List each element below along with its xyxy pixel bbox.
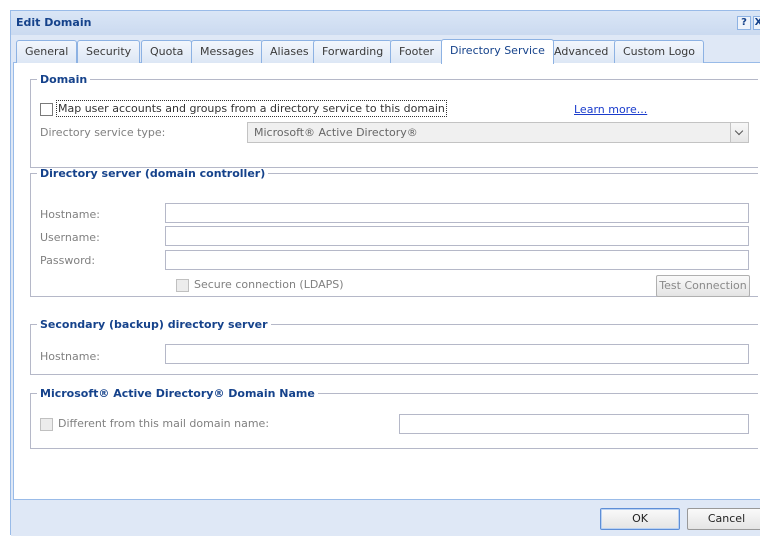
different-domain-label: Different from this mail domain name: [58, 417, 270, 430]
ad-domain-name-legend: Microsoft® Active Directory® Domain Name [40, 387, 315, 400]
dialog-footer: OK Cancel [11, 500, 760, 536]
secure-connection-checkbox[interactable] [176, 279, 189, 292]
test-connection-button[interactable]: Test Connection [656, 275, 750, 297]
ad-domain-name-input[interactable] [399, 414, 749, 434]
different-domain-checkbox[interactable] [40, 418, 53, 431]
chevron-down-icon [734, 126, 744, 136]
tab-quota[interactable]: Quota [141, 40, 193, 63]
tab-advanced[interactable]: Advanced [545, 40, 618, 63]
ok-button[interactable]: OK [600, 508, 680, 530]
tab-messages[interactable]: Messages [191, 40, 263, 63]
service-type-select[interactable]: Microsoft® Active Directory® [247, 122, 749, 143]
username-label: Username: [40, 231, 100, 244]
service-type-label: Directory service type: [40, 126, 166, 139]
hostname-input[interactable] [165, 203, 749, 223]
secondary-hostname-label: Hostname: [40, 350, 100, 363]
tab-strip: General Security Quota Messages Aliases … [13, 39, 760, 64]
password-input[interactable] [165, 250, 749, 270]
hostname-label: Hostname: [40, 208, 100, 221]
secondary-hostname-input[interactable] [165, 344, 749, 364]
dialog-title: Edit Domain [16, 16, 92, 29]
tab-security[interactable]: Security [77, 40, 141, 63]
secondary-server-legend: Secondary (backup) directory server [40, 318, 268, 331]
tab-footer[interactable]: Footer [390, 40, 443, 63]
map-accounts-checkbox[interactable] [40, 103, 53, 116]
tab-forwarding[interactable]: Forwarding [313, 40, 393, 63]
dialog-titlebar[interactable]: Edit Domain ? X [11, 11, 760, 35]
domain-fieldset: Domain [30, 73, 758, 168]
directory-server-legend: Directory server (domain controller) [40, 167, 266, 180]
tab-directory-service[interactable]: Directory Service [441, 39, 554, 64]
close-icon[interactable]: X [753, 16, 760, 30]
directory-service-panel: Domain Map user accounts and groups from… [13, 63, 760, 500]
tab-general[interactable]: General [16, 40, 78, 63]
username-input[interactable] [165, 226, 749, 246]
edit-domain-dialog: Edit Domain ? X General Security Quota M… [10, 10, 760, 536]
learn-more-link[interactable]: Learn more... [574, 103, 647, 116]
secure-connection-label: Secure connection (LDAPS) [194, 278, 344, 291]
tab-aliases[interactable]: Aliases [261, 40, 318, 63]
password-label: Password: [40, 254, 96, 267]
service-type-value: Microsoft® Active Directory® [254, 126, 418, 139]
cancel-button[interactable]: Cancel [687, 508, 760, 530]
map-accounts-label[interactable]: Map user accounts and groups from a dire… [56, 100, 447, 117]
help-icon[interactable]: ? [737, 16, 751, 30]
service-type-dropdown-button[interactable] [730, 123, 748, 142]
domain-legend: Domain [40, 73, 88, 86]
tab-custom-logo[interactable]: Custom Logo [614, 40, 705, 63]
